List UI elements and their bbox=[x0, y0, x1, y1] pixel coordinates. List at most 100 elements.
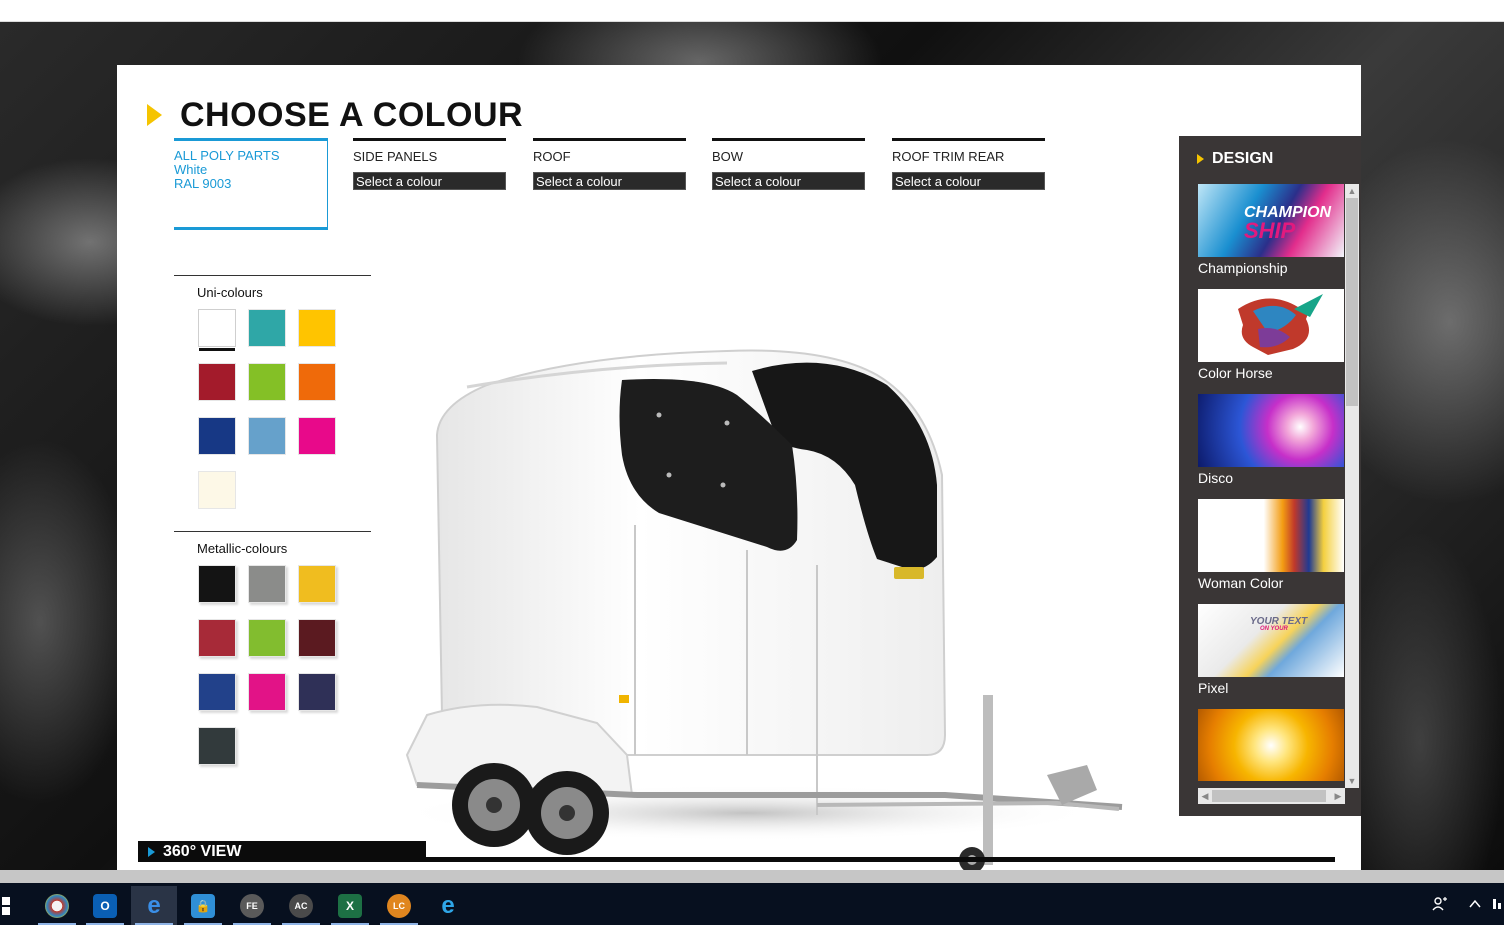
taskbar-app-fe[interactable]: FE bbox=[229, 886, 275, 925]
colour-swatch[interactable] bbox=[298, 363, 336, 401]
paint-icon bbox=[45, 893, 69, 918]
windows-taskbar: O e 🔒 FE AC X LC e bbox=[0, 883, 1504, 925]
colour-swatch[interactable] bbox=[198, 565, 236, 603]
design-item-label: Color Horse bbox=[1198, 365, 1273, 381]
colour-swatch[interactable] bbox=[298, 673, 336, 711]
design-item-label: Disco bbox=[1198, 470, 1234, 486]
design-item-woman-color[interactable]: Woman Color bbox=[1198, 499, 1344, 599]
tab-label: ROOF TRIM REAR bbox=[892, 138, 1045, 172]
360-view-button[interactable]: 360° VIEW bbox=[138, 841, 426, 862]
app-fe-icon: FE bbox=[240, 893, 264, 918]
roof-trim-rear-colour-select[interactable]: Select a colour bbox=[892, 172, 1045, 190]
roof-colour-select[interactable]: Select a colour bbox=[533, 172, 686, 190]
design-horizontal-scrollbar[interactable]: ◀ ▶ bbox=[1198, 788, 1345, 804]
colour-swatch[interactable] bbox=[298, 417, 336, 455]
horse-trailer-image bbox=[397, 349, 1123, 873]
360-view-divider bbox=[426, 857, 1335, 862]
taskbar-edge[interactable]: e bbox=[131, 886, 177, 925]
page-heading: CHOOSE A COLOUR bbox=[147, 95, 523, 135]
design-heading-label: DESIGN bbox=[1212, 150, 1274, 167]
design-item-label: Pixel bbox=[1198, 680, 1229, 696]
design-sidebar: DESIGN CHAMPION SHIP Championship Color … bbox=[1179, 136, 1361, 816]
design-thumb bbox=[1198, 289, 1344, 362]
360-view-label: 360° VIEW bbox=[163, 842, 242, 860]
colour-swatch[interactable] bbox=[198, 417, 236, 455]
scrollbar-thumb[interactable] bbox=[1212, 790, 1326, 802]
design-item-color-horse[interactable]: Color Horse bbox=[1198, 289, 1344, 389]
app-lc-icon: LC bbox=[387, 893, 411, 918]
colour-swatch[interactable] bbox=[248, 363, 286, 401]
tab-all-poly-parts[interactable]: ALL POLY PARTS White RAL 9003 bbox=[174, 138, 328, 230]
design-item-pixel[interactable]: YOUR TEXT ON YOUR Pixel bbox=[1198, 604, 1344, 704]
scroll-up-icon[interactable]: ▲ bbox=[1345, 184, 1359, 198]
colour-swatch[interactable] bbox=[298, 565, 336, 603]
design-item-disco[interactable]: Disco bbox=[1198, 394, 1344, 494]
design-thumb: YOUR TEXT ON YOUR bbox=[1198, 604, 1344, 677]
design-thumb: CHAMPION SHIP bbox=[1198, 184, 1344, 257]
colour-swatch[interactable] bbox=[248, 673, 286, 711]
people-tray-icon[interactable] bbox=[1432, 883, 1448, 925]
edge-icon: e bbox=[147, 891, 161, 919]
tab-label: ROOF bbox=[533, 138, 686, 172]
taskbar-paint[interactable] bbox=[34, 886, 80, 925]
colour-swatch[interactable] bbox=[198, 619, 236, 657]
horse-art-icon bbox=[1238, 294, 1323, 355]
colour-swatch[interactable] bbox=[248, 417, 286, 455]
taskbar-app-lc[interactable]: LC bbox=[376, 886, 422, 925]
design-thumb bbox=[1198, 709, 1344, 781]
scrollbar-thumb[interactable] bbox=[1346, 198, 1358, 406]
design-vertical-scrollbar[interactable]: ▲ ▼ bbox=[1345, 184, 1359, 788]
selected-colour-code: RAL 9003 bbox=[174, 176, 232, 191]
excel-icon: X bbox=[338, 893, 362, 918]
colour-swatch[interactable] bbox=[248, 565, 286, 603]
tab-label: BOW bbox=[712, 138, 865, 172]
tab-roof-trim-rear[interactable]: ROOF TRIM REAR Select a colour bbox=[892, 138, 1045, 190]
taskbar-internet-explorer[interactable]: e bbox=[425, 886, 471, 925]
scroll-right-icon[interactable]: ▶ bbox=[1331, 788, 1345, 804]
taskbar-outlook[interactable]: O bbox=[82, 886, 128, 925]
design-item-label: Championship bbox=[1198, 260, 1288, 276]
design-item-fire[interactable] bbox=[1198, 709, 1344, 781]
colour-swatch[interactable] bbox=[198, 673, 236, 711]
chevron-up-icon bbox=[1469, 899, 1481, 908]
taskbar-app-ac[interactable]: AC bbox=[278, 886, 324, 925]
internet-explorer-icon: e bbox=[441, 891, 455, 919]
bow-colour-select[interactable]: Select a colour bbox=[712, 172, 865, 190]
colour-swatch[interactable] bbox=[248, 309, 286, 347]
taskbar-vpn[interactable]: 🔒 bbox=[180, 886, 226, 925]
colour-swatch[interactable] bbox=[198, 363, 236, 401]
show-hidden-icons[interactable] bbox=[1468, 883, 1482, 925]
design-thumb bbox=[1198, 394, 1344, 467]
tab-roof[interactable]: ROOF Select a colour bbox=[533, 138, 686, 190]
tab-label: SIDE PANELS bbox=[353, 138, 506, 172]
network-icon bbox=[1493, 899, 1501, 909]
design-item-championship[interactable]: CHAMPION SHIP Championship bbox=[1198, 184, 1344, 284]
colour-swatch[interactable] bbox=[198, 727, 236, 765]
play-arrow-icon bbox=[148, 846, 155, 857]
uni-colours-heading: Uni-colours bbox=[174, 275, 371, 300]
outlook-icon: O bbox=[93, 893, 117, 918]
colour-swatch[interactable] bbox=[298, 309, 336, 347]
metallic-colours-heading: Metallic-colours bbox=[174, 531, 371, 556]
taskbar-excel[interactable]: X bbox=[327, 886, 373, 925]
browser-bottom-band bbox=[0, 870, 1504, 883]
browser-top-bar bbox=[0, 0, 1504, 22]
design-thumb bbox=[1198, 499, 1344, 572]
side-panels-colour-select[interactable]: Select a colour bbox=[353, 172, 506, 190]
tab-side-panels[interactable]: SIDE PANELS Select a colour bbox=[353, 138, 506, 190]
configurator-panel: CHOOSE A COLOUR ALL POLY PARTS White RAL… bbox=[117, 65, 1361, 873]
design-heading: DESIGN bbox=[1197, 150, 1273, 168]
scroll-down-icon[interactable]: ▼ bbox=[1345, 774, 1359, 788]
thumb-text: SHIP bbox=[1244, 218, 1296, 243]
colour-swatch[interactable] bbox=[198, 309, 236, 351]
windows-start-button[interactable] bbox=[0, 886, 24, 925]
tab-bow[interactable]: BOW Select a colour bbox=[712, 138, 865, 190]
scroll-left-icon[interactable]: ◀ bbox=[1198, 788, 1212, 804]
colour-swatch[interactable] bbox=[298, 619, 336, 657]
design-list: CHAMPION SHIP Championship Color Horse D… bbox=[1198, 184, 1344, 781]
network-tray-icon[interactable] bbox=[1492, 883, 1502, 925]
selected-colour-name: White bbox=[174, 162, 208, 177]
colour-swatch[interactable] bbox=[248, 619, 286, 657]
people-icon bbox=[1432, 897, 1447, 911]
colour-swatch[interactable] bbox=[198, 471, 236, 509]
